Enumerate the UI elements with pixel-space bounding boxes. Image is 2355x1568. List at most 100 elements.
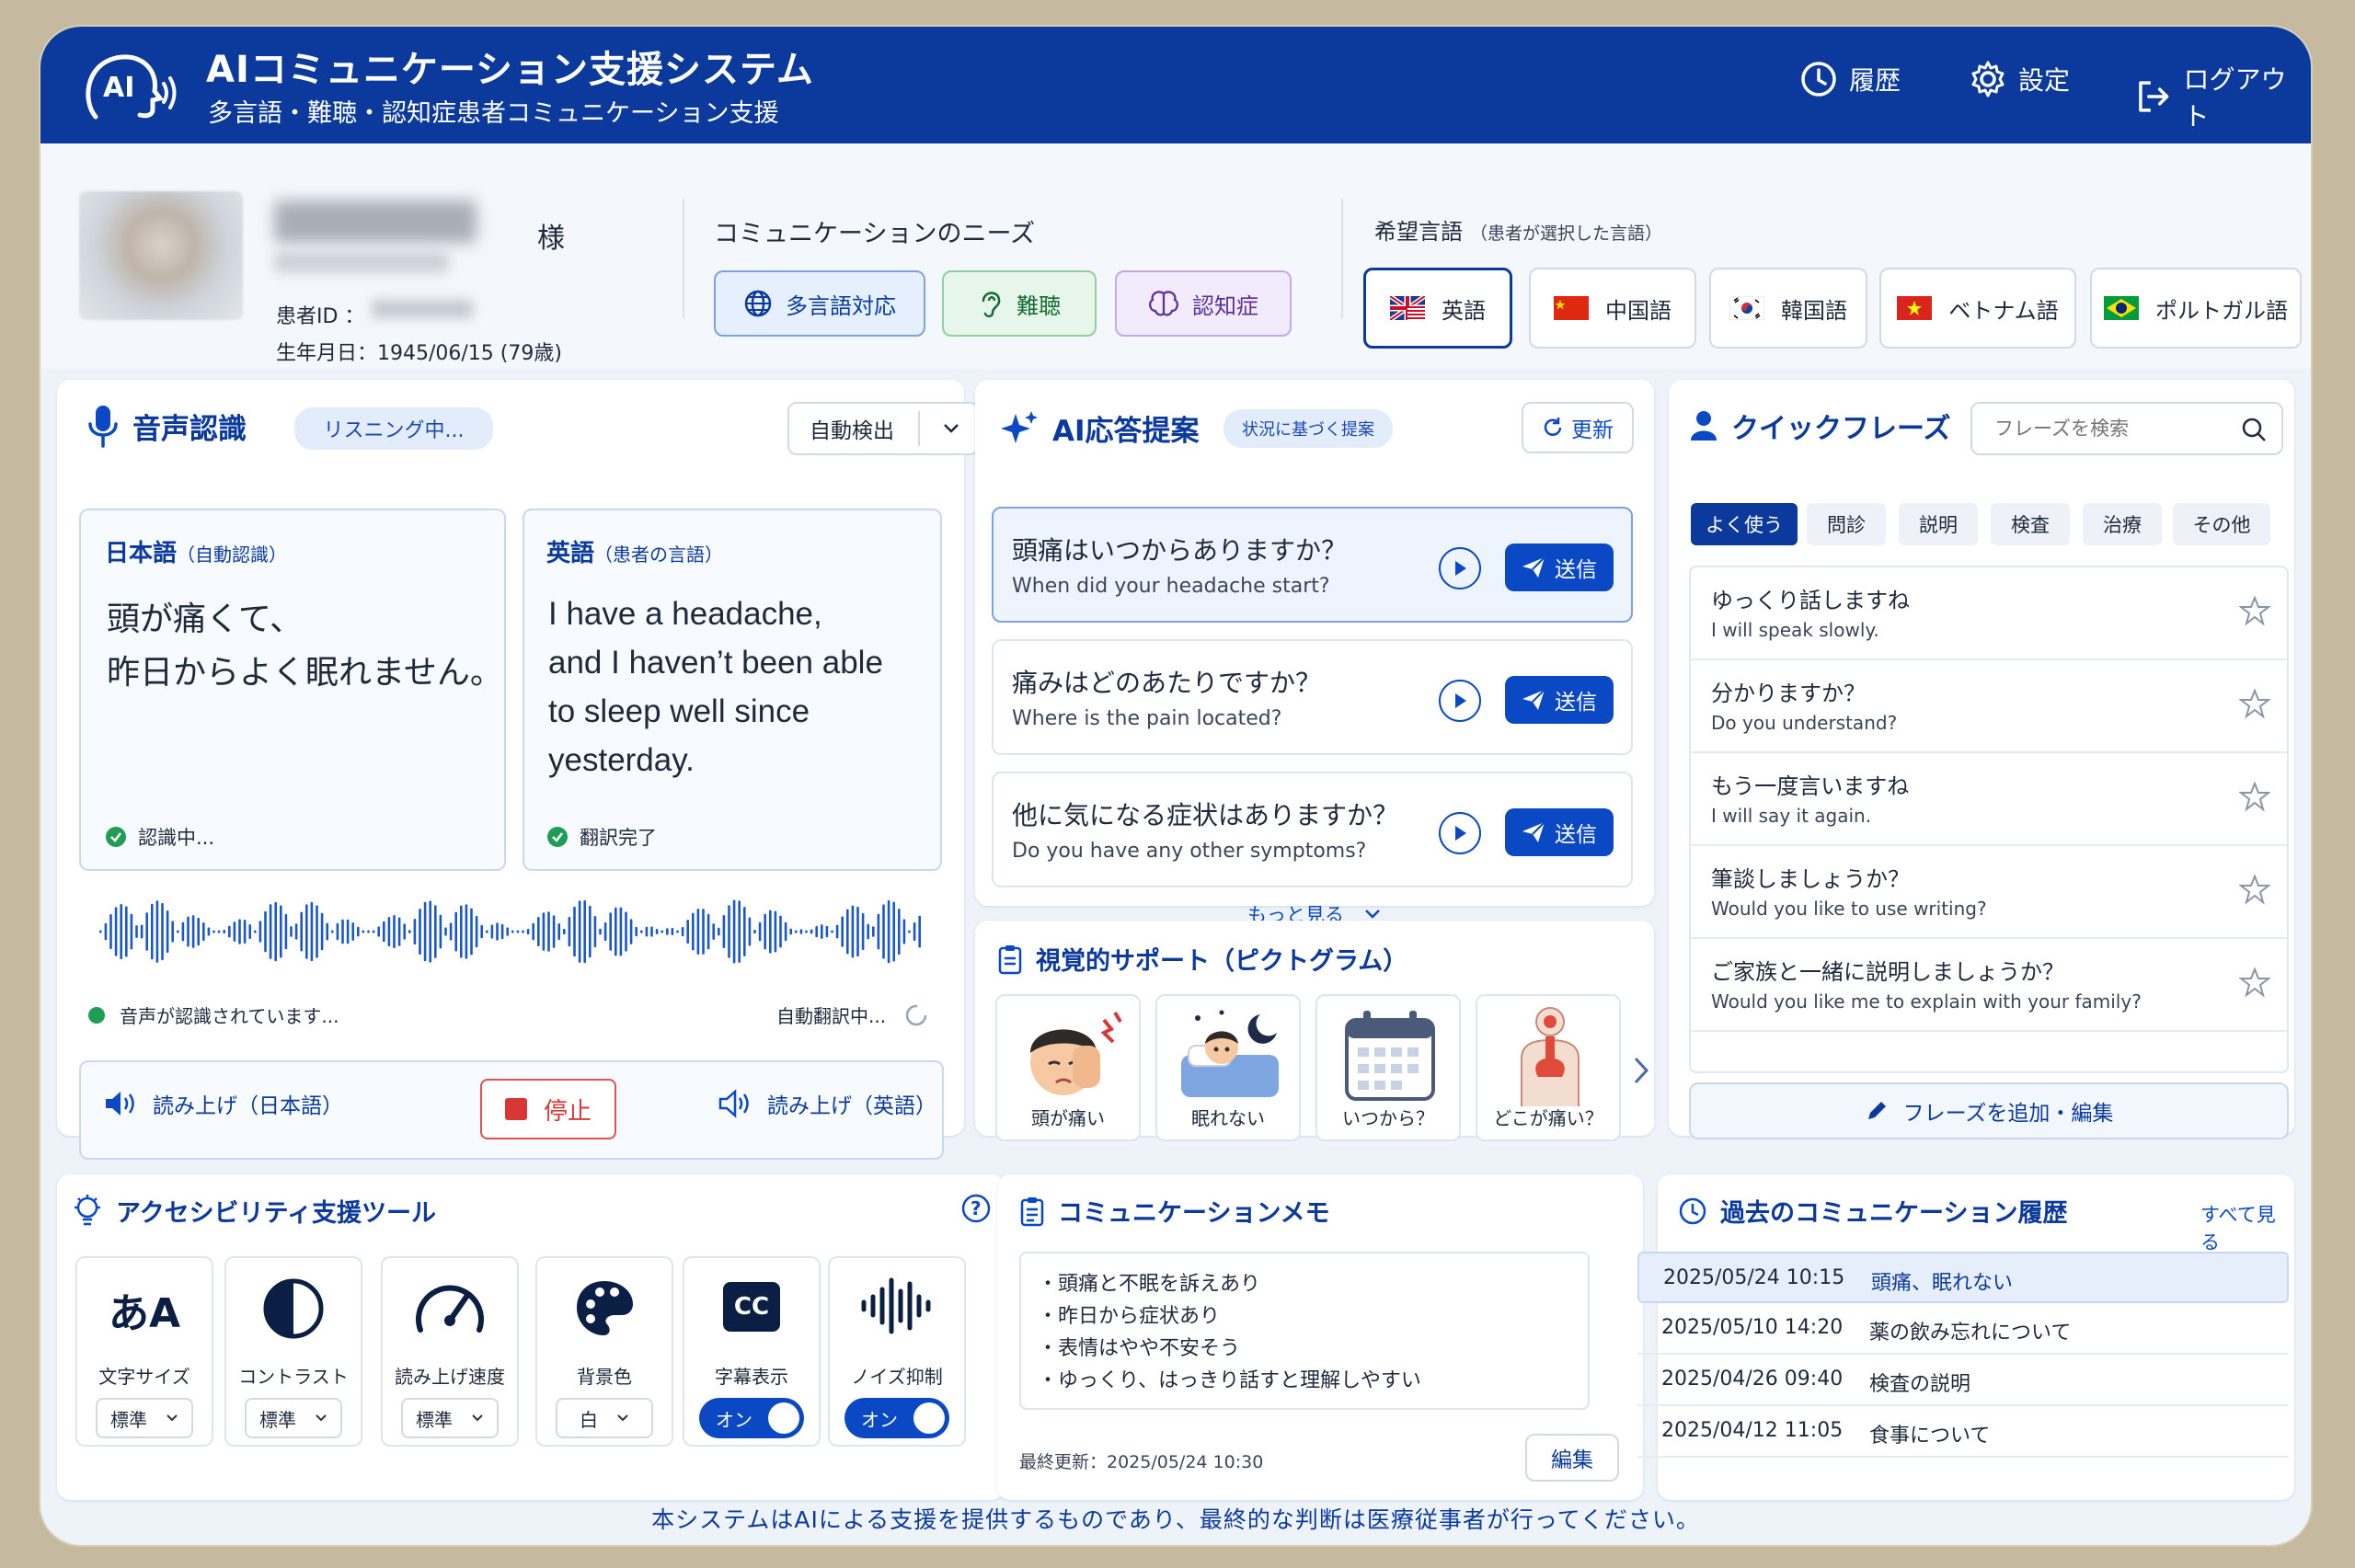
brain-icon [1149,291,1178,316]
suggestion-card[interactable]: 頭痛はいつからありますか？ When did your headache sta… [992,507,1633,623]
see-all-link[interactable]: すべて見る [2200,1200,2294,1255]
waveform-bar [171,921,174,943]
suggestion-card[interactable]: 他に気になる症状はありますか？ Do you have any other sy… [992,772,1633,887]
star-icon[interactable] [2239,874,2270,905]
history-row[interactable]: 2025/05/24 10:15 頭痛、眠れない [1637,1252,2289,1303]
logout-nav-button[interactable]: ログアウト [2134,60,2311,133]
phrase-japanese: ゆっくり話しますね [1711,588,1910,613]
history-row[interactable]: 2025/04/12 11:05 食事について [1637,1406,2289,1458]
phrase-item[interactable]: 筆談しましょうか？ Would you like to use writing? [1691,846,2287,939]
suggestion-card[interactable]: 痛みはどのあたりですか？ Where is the pain located? … [992,639,1633,755]
waveform-bar [619,907,623,956]
tab-treatment[interactable]: 治療 [2083,503,2162,545]
waveform-bar [578,900,581,963]
history-date: 2025/04/26 09:40 [1661,1368,1844,1391]
contrast-select[interactable]: 標準 [245,1398,342,1438]
background-color-select[interactable]: 白 [556,1398,653,1438]
history-row[interactable]: 2025/04/26 09:40 検査の説明 [1637,1355,2289,1406]
language-option-english[interactable]: 英語 [1363,268,1512,349]
waveform-bar [454,911,457,952]
phrase-search-input[interactable] [1970,402,2283,455]
memo-last-updated: 最終更新：2025/05/24 10:30 [1019,1452,1264,1472]
japanese-transcript-text: 頭が痛くて、 昨日からよく眠れません。 [107,593,503,700]
translation-status: 翻訳完了 [546,823,657,851]
clock-icon [1801,62,1836,97]
tab-interview[interactable]: 問診 [1807,503,1886,545]
language-option-korean[interactable]: 韓国語 [1709,268,1867,349]
waveform-bar [805,930,808,933]
language-option-chinese[interactable]: 中国語 [1529,268,1696,349]
waveform-bar [166,910,169,954]
tool-label: 字幕表示 [715,1366,788,1388]
send-button[interactable]: 送信 [1505,676,1614,724]
add-edit-phrase-button[interactable]: フレーズを追加・編集 [1689,1082,2289,1139]
select-value: 白 [580,1408,598,1431]
play-audio-button[interactable] [1439,547,1481,589]
waveform-bar [526,928,530,935]
phrase-search-field[interactable] [1972,404,2239,453]
play-audio-button[interactable] [1439,812,1481,854]
memo-textarea[interactable]: ・頭痛と不眠を訴えあり ・昨日から症状あり ・表情はやや不安そう ・ゆっくり、は… [1019,1252,1590,1410]
read-aloud-english-button[interactable]: 読み上げ（英語） [718,1088,936,1119]
pictogram-since-when[interactable]: いつから？ [1315,994,1461,1141]
waveform-bar [615,907,617,956]
send-button[interactable]: 送信 [1505,808,1614,856]
font-size-select[interactable]: 標準 [96,1398,193,1438]
waveform-bar [439,914,442,949]
language-detect-select[interactable]: 自動検出 [787,402,979,455]
tab-exam[interactable]: 検査 [1991,503,2070,545]
tab-other[interactable]: その他 [2173,503,2270,545]
captions-toggle[interactable]: オン [699,1398,804,1438]
pictogram-insomnia[interactable]: 眠れない [1155,994,1301,1141]
history-row[interactable]: 2025/05/10 14:20 薬の飲み忘れについて [1637,1303,2289,1355]
language-option-label: ベトナム語 [1948,297,2059,324]
waveform-bar [238,919,241,944]
star-icon[interactable] [2239,595,2270,626]
language-option-portuguese[interactable]: ポルトガル語 [2090,268,2302,349]
context-pill: 状況に基づく提案 [1223,409,1393,448]
history-nav-button[interactable]: 履歴 [1799,60,1901,98]
star-icon[interactable] [2239,781,2270,812]
phrase-item[interactable]: ゆっくり話しますね I will speak slowly. [1691,567,2287,660]
send-button[interactable]: 送信 [1505,544,1614,591]
pictogram-where-pain[interactable]: どこが痛い？ [1476,994,1621,1141]
phrase-item[interactable]: ご家族と一緒に説明しましょうか？ Would you like me to exp… [1691,939,2287,1032]
language-option-label: 中国語 [1605,297,1671,324]
waveform-bar [213,930,215,933]
waveform-bar [918,915,921,948]
read-aloud-japanese-button[interactable]: 読み上げ（日本語） [103,1088,343,1119]
memo-edit-button[interactable]: 編集 [1525,1434,1619,1482]
star-icon[interactable] [2239,688,2270,719]
language-option-vietnamese[interactable]: ベトナム語 [1879,268,2076,349]
phrase-item[interactable]: 分かりますか？ Do you understand? [1691,660,2287,753]
logout-icon [2139,81,2169,112]
sparkle-icon [1001,410,1038,443]
phrase-japanese: 筆談しましょうか？ [1711,866,1910,892]
speech-rate-select[interactable]: 標準 [401,1398,499,1438]
noise-suppression-toggle[interactable]: オン [844,1398,949,1438]
waveform-bar [269,904,272,959]
chevron-right-icon[interactable] [1632,1055,1650,1086]
person-icon [1691,411,1717,441]
help-icon[interactable]: ? [960,1193,992,1224]
tab-frequent[interactable]: よく使う [1691,503,1798,545]
waveform-bar [603,921,607,942]
svg-text:?: ? [971,1197,982,1219]
star-icon[interactable] [2239,967,2270,998]
waveform-bar [774,910,777,953]
refresh-button[interactable]: 更新 [1522,402,1634,453]
speech-rate-tool: 読み上げ速度 標準 [381,1256,519,1447]
spinner-icon [905,1004,927,1025]
waveform-bar [372,930,375,933]
stop-button[interactable]: 停止 [480,1079,616,1139]
waveform-bar [362,930,365,933]
waveform-bar [140,924,144,939]
play-audio-button[interactable] [1439,680,1481,722]
tab-explanation[interactable]: 説明 [1899,503,1978,545]
chevron-down-icon [316,1414,327,1422]
phrase-item[interactable]: もう一度言いますね I will say it again. [1691,753,2287,846]
waveform-bar [284,913,288,950]
settings-nav-button[interactable]: 設定 [1969,60,2070,98]
waveform-bar [722,915,726,948]
pictogram-headache[interactable]: 頭が痛い [995,994,1141,1141]
